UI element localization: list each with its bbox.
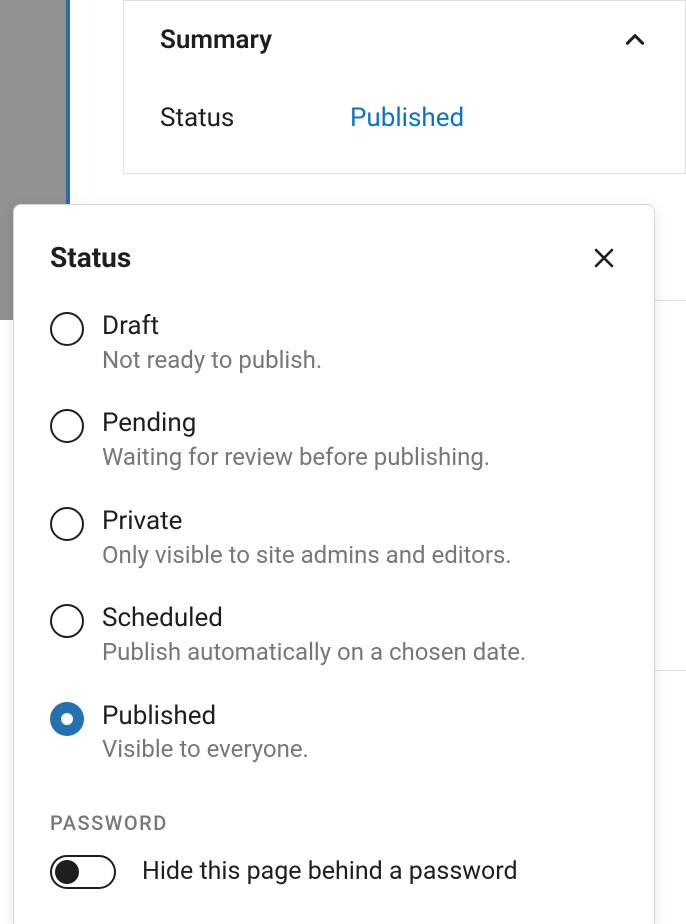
summary-status-value[interactable]: Published (350, 103, 464, 133)
toggle-knob (55, 860, 79, 884)
status-option-published[interactable]: Published Visible to everyone. (50, 700, 618, 767)
chevron-up-icon[interactable] (621, 26, 649, 54)
summary-header[interactable]: Summary (160, 25, 649, 55)
password-toggle[interactable] (50, 855, 116, 889)
summary-title: Summary (160, 25, 272, 55)
radio-icon (50, 312, 84, 346)
summary-panel: Summary Status Published (123, 0, 686, 174)
status-popover: Status Draft Not ready to publish. Pendi… (13, 204, 655, 924)
radio-icon-selected (50, 702, 84, 736)
radio-desc: Visible to everyone. (102, 733, 309, 767)
summary-status-row: Status Published (160, 103, 649, 133)
summary-status-label: Status (160, 103, 350, 133)
radio-desc: Only visible to site admins and editors. (102, 539, 512, 573)
radio-desc: Not ready to publish. (102, 344, 322, 378)
popover-header: Status (50, 241, 618, 274)
radio-label: Draft (102, 310, 322, 344)
status-option-scheduled[interactable]: Scheduled Publish automatically on a cho… (50, 602, 618, 669)
status-option-pending[interactable]: Pending Waiting for review before publis… (50, 407, 618, 474)
status-radio-group: Draft Not ready to publish. Pending Wait… (50, 310, 618, 767)
status-option-draft[interactable]: Draft Not ready to publish. (50, 310, 618, 377)
radio-label: Private (102, 505, 512, 539)
status-option-private[interactable]: Private Only visible to site admins and … (50, 505, 618, 572)
password-toggle-label: Hide this page behind a password (142, 857, 518, 886)
password-section: Password Hide this page behind a passwor… (50, 811, 618, 889)
radio-desc: Publish automatically on a chosen date. (102, 636, 526, 670)
radio-icon (50, 409, 84, 443)
password-heading: Password (50, 811, 618, 835)
radio-label: Pending (102, 407, 490, 441)
radio-label: Scheduled (102, 602, 526, 636)
popover-title: Status (50, 241, 131, 274)
radio-icon (50, 604, 84, 638)
password-toggle-row: Hide this page behind a password (50, 855, 618, 889)
radio-label: Published (102, 700, 309, 734)
radio-desc: Waiting for review before publishing. (102, 441, 490, 475)
radio-icon (50, 507, 84, 541)
close-icon[interactable] (590, 244, 618, 272)
